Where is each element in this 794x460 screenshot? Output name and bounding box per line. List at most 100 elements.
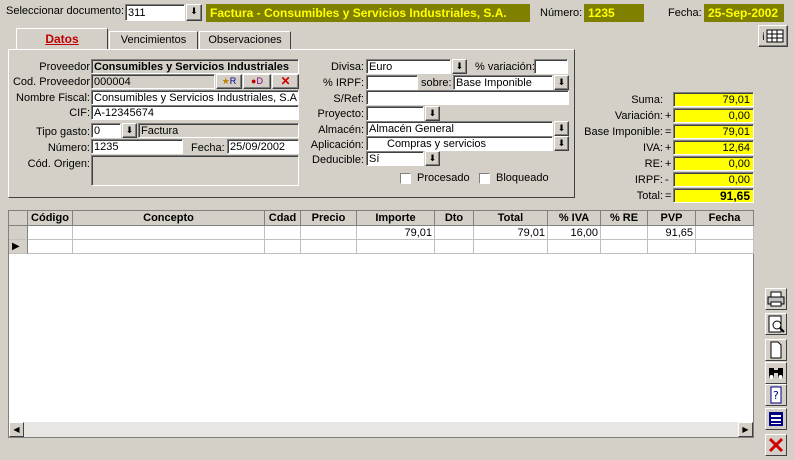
document-dropdown-button[interactable]: ⬇ — [186, 4, 202, 21]
table-cell[interactable] — [435, 240, 474, 254]
arrow-left-icon: ◀ — [13, 425, 20, 434]
print-button[interactable] — [765, 288, 787, 310]
col-re[interactable]: % RE — [601, 211, 648, 226]
col-precio[interactable]: Precio — [301, 211, 357, 226]
sobre-field[interactable]: Base Imponible — [453, 75, 553, 90]
divisa-dropdown[interactable]: ⬇ — [452, 59, 467, 74]
svg-text:i: i — [762, 32, 765, 43]
columns-button[interactable]: i — [758, 25, 788, 47]
cell-pvp[interactable]: 91,65 — [648, 226, 696, 240]
table-cell[interactable] — [73, 240, 265, 254]
dropdown-arrow-icon: ⬇ — [428, 108, 437, 118]
procesado-checkbox[interactable] — [400, 173, 411, 184]
col-dto[interactable]: Dto — [435, 211, 474, 226]
deducible-field[interactable]: Sí — [366, 151, 424, 166]
table-cell[interactable] — [601, 226, 648, 240]
print-preview-button[interactable] — [765, 313, 787, 335]
cod-proveedor-field[interactable]: 000004 — [91, 74, 215, 89]
table-cell[interactable] — [265, 226, 301, 240]
tab-datos[interactable]: Datos — [16, 28, 108, 50]
col-cdad[interactable]: Cdad — [265, 211, 301, 226]
table-cell[interactable] — [601, 240, 648, 254]
divisa-label: Divisa: — [330, 61, 364, 73]
total-label: IRPF: — [634, 174, 663, 186]
tipo-gasto-dropdown[interactable]: ⬇ — [122, 123, 137, 138]
fecha-label: Fecha: — [668, 7, 702, 19]
total-sign: + — [665, 110, 672, 122]
cell-importe[interactable]: 79,01 — [357, 226, 435, 240]
cell-iva[interactable]: 16,00 — [548, 226, 601, 240]
col-importe[interactable]: Importe — [357, 211, 435, 226]
delete-button[interactable] — [765, 434, 787, 456]
cell-total[interactable]: 79,01 — [474, 226, 548, 240]
table-cell[interactable] — [28, 226, 73, 240]
irpf-field[interactable] — [366, 75, 418, 90]
almacen-label: Almacén: — [318, 124, 364, 136]
table-cell[interactable] — [301, 240, 357, 254]
tipo-gasto-label: Tipo gasto: — [35, 126, 90, 138]
tab-vencimientos[interactable]: Vencimientos — [109, 31, 198, 50]
table-cell[interactable] — [73, 226, 265, 240]
scroll-right-button[interactable]: ▶ — [738, 422, 753, 437]
list-button[interactable] — [765, 408, 787, 430]
proyecto-field[interactable] — [366, 106, 424, 121]
dropdown-arrow-icon: ⬇ — [557, 123, 566, 133]
table-cell[interactable] — [696, 226, 754, 240]
binoculars-icon — [769, 368, 783, 379]
almacen-field[interactable]: Almacén General — [366, 121, 553, 136]
horizontal-scrollbar[interactable] — [9, 422, 753, 437]
proveedor-edit-button[interactable]: ●D — [243, 74, 271, 89]
proveedor-lookup-button[interactable]: ★R — [216, 74, 242, 89]
dropdown-arrow-icon: ⬇ — [190, 6, 198, 16]
row-selector[interactable] — [9, 226, 28, 240]
current-row-indicator[interactable]: ▶ — [9, 240, 28, 254]
numero-label: Número: — [540, 7, 583, 19]
bloqueado-checkbox[interactable] — [479, 173, 490, 184]
total-sign: + — [665, 158, 672, 170]
cif-field[interactable]: A-12345674 — [91, 105, 299, 120]
total-sign: - — [665, 174, 669, 186]
table-cell[interactable] — [696, 240, 754, 254]
dropdown-arrow-icon: ⬇ — [557, 77, 566, 87]
search-button[interactable] — [765, 362, 787, 384]
sref-field[interactable] — [366, 90, 569, 105]
aplicacion-dropdown[interactable]: ⬇ — [554, 136, 569, 151]
proveedor-field[interactable]: Consumibles y Servicios Industriales — [91, 59, 299, 74]
lines-grid[interactable]: Código Concepto Cdad Precio Importe Dto … — [8, 210, 754, 438]
deducible-dropdown[interactable]: ⬇ — [425, 151, 440, 166]
help-button[interactable]: ? — [765, 384, 787, 406]
total-value: 91,65 — [673, 188, 754, 203]
table-cell[interactable] — [28, 240, 73, 254]
col-iva[interactable]: % IVA — [548, 211, 601, 226]
select-document-label: Seleccionar documento: — [6, 5, 125, 17]
new-document-button[interactable] — [765, 339, 787, 361]
document-selector-input[interactable]: 311 — [125, 4, 185, 21]
table-cell[interactable] — [474, 240, 548, 254]
proveedor-clear-button[interactable]: ✕ — [272, 74, 299, 89]
fecha-field[interactable]: 25/09/2002 — [227, 139, 299, 154]
nombre-fiscal-field[interactable]: Consumibles y Servicios Industriales, S.… — [91, 90, 299, 105]
col-total[interactable]: Total — [474, 211, 548, 226]
table-cell[interactable] — [301, 226, 357, 240]
tab-observaciones[interactable]: Observaciones — [199, 31, 291, 50]
delete-icon — [768, 437, 784, 453]
tipo-gasto-field[interactable]: 0 — [91, 123, 121, 138]
divisa-field[interactable]: Euro — [366, 59, 451, 74]
proyecto-dropdown[interactable]: ⬇ — [425, 106, 440, 121]
almacen-dropdown[interactable]: ⬇ — [554, 121, 569, 136]
table-cell[interactable] — [435, 226, 474, 240]
numero-field[interactable]: 1235 — [91, 139, 183, 154]
variacion-field[interactable] — [534, 59, 568, 74]
col-fecha[interactable]: Fecha — [696, 211, 754, 226]
table-cell[interactable] — [265, 240, 301, 254]
table-cell[interactable] — [357, 240, 435, 254]
table-cell[interactable] — [548, 240, 601, 254]
aplicacion-field[interactable]: Compras y servicios — [366, 136, 553, 151]
col-concepto[interactable]: Concepto — [73, 211, 265, 226]
dropdown-arrow-icon: ⬇ — [557, 138, 566, 148]
scroll-left-button[interactable]: ◀ — [9, 422, 24, 437]
sobre-dropdown[interactable]: ⬇ — [554, 75, 569, 90]
table-cell[interactable] — [648, 240, 696, 254]
col-codigo[interactable]: Código — [28, 211, 73, 226]
col-pvp[interactable]: PVP — [648, 211, 696, 226]
